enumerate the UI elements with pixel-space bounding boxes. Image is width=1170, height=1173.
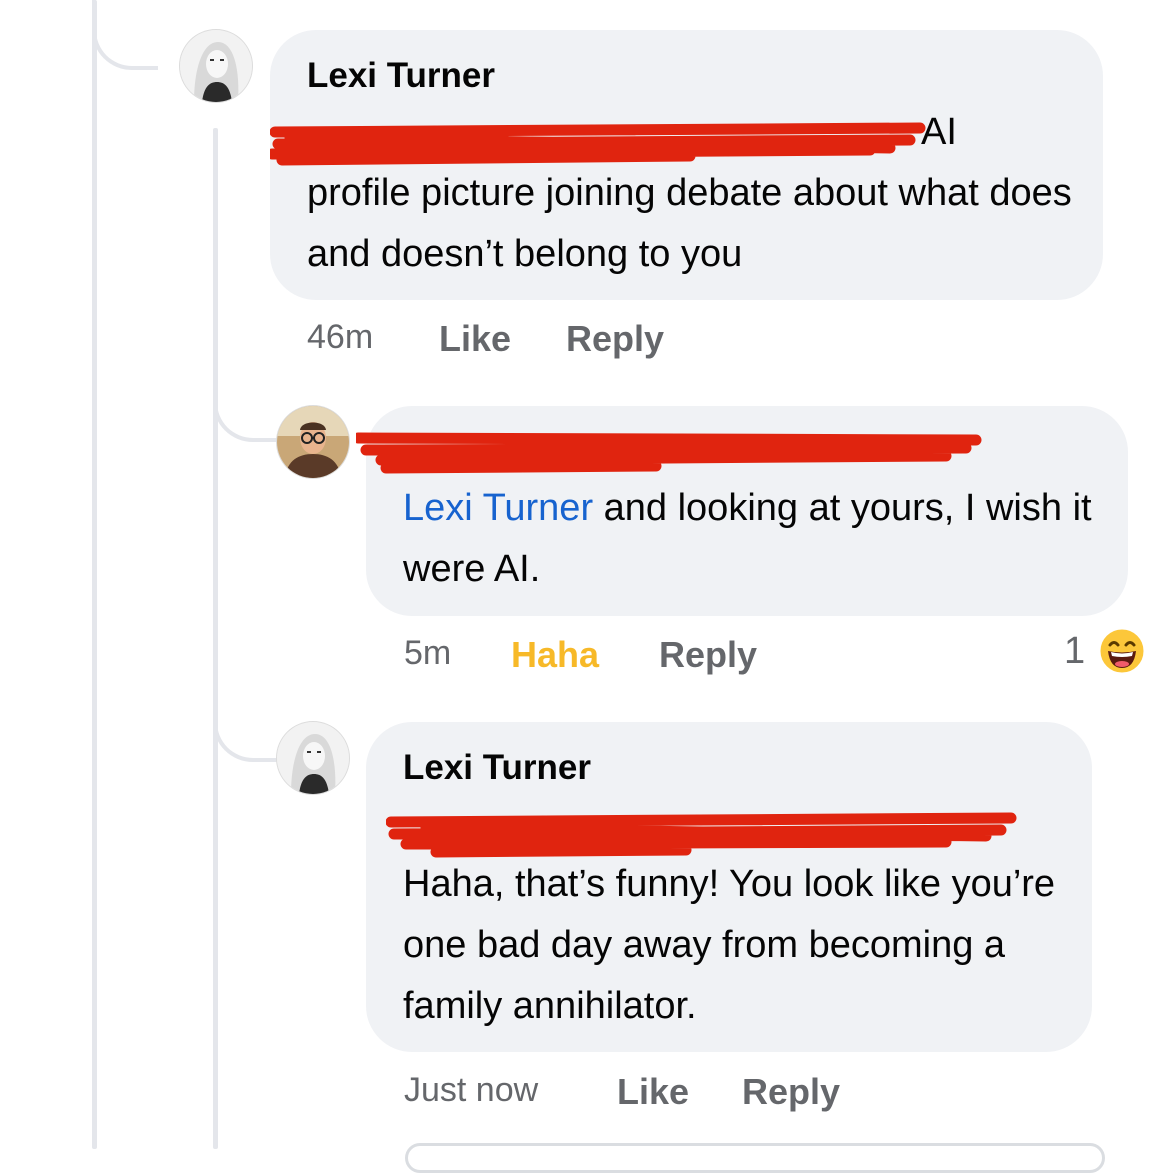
comment-author[interactable]: Lexi Turner bbox=[403, 748, 591, 788]
avatar[interactable] bbox=[277, 722, 349, 794]
reply-button[interactable]: Reply bbox=[659, 634, 757, 676]
comment-time: Just now bbox=[404, 1071, 539, 1109]
reply-button[interactable]: Reply bbox=[566, 318, 664, 360]
thread-line-main bbox=[92, 0, 97, 1149]
like-button[interactable]: Like bbox=[617, 1071, 689, 1113]
comment-bubble: Lexi Turner and looking at yours, I wish… bbox=[356, 406, 1128, 616]
comment-time: 5m bbox=[404, 634, 452, 672]
haha-emoji-icon[interactable] bbox=[1097, 626, 1147, 676]
comment-text-tail: AI bbox=[921, 111, 957, 153]
haha-reaction-button[interactable]: Haha bbox=[511, 634, 599, 676]
avatar[interactable] bbox=[277, 406, 349, 478]
redacted-mention bbox=[386, 812, 1017, 858]
thread-connector-top bbox=[92, 0, 158, 70]
comment-text-body: profile picture joining debate about wha… bbox=[307, 172, 1072, 275]
comment-author[interactable]: Lexi Turner bbox=[307, 56, 495, 96]
comment-bubble: Lexi Turner AI profile picture joining d… bbox=[270, 30, 1103, 300]
thread-line-replies bbox=[213, 128, 218, 1149]
profile-photo-icon bbox=[277, 722, 349, 794]
avatar[interactable] bbox=[180, 30, 252, 102]
redacted-author-name bbox=[356, 432, 982, 474]
comment-time: 46m bbox=[307, 318, 374, 356]
profile-photo-icon bbox=[180, 30, 252, 102]
comment-text: AI profile picture joining debate about … bbox=[307, 102, 1087, 285]
mention-link[interactable]: Lexi Turner bbox=[403, 487, 593, 529]
comment-bubble: Lexi Turner Haha, that’s funny! You look… bbox=[366, 722, 1092, 1052]
profile-photo-icon bbox=[277, 406, 349, 478]
thread-connector-reply-1 bbox=[213, 380, 277, 442]
like-button[interactable]: Like bbox=[439, 318, 511, 360]
comment-text: Lexi Turner and looking at yours, I wish… bbox=[403, 478, 1103, 600]
comment-text: Haha, that’s funny! You look like you’re… bbox=[403, 863, 1056, 1027]
reaction-count[interactable]: 1 bbox=[1064, 630, 1085, 673]
reply-button[interactable]: Reply bbox=[742, 1071, 840, 1113]
next-comment-bubble bbox=[405, 1143, 1105, 1173]
thread-connector-reply-2 bbox=[213, 700, 277, 762]
